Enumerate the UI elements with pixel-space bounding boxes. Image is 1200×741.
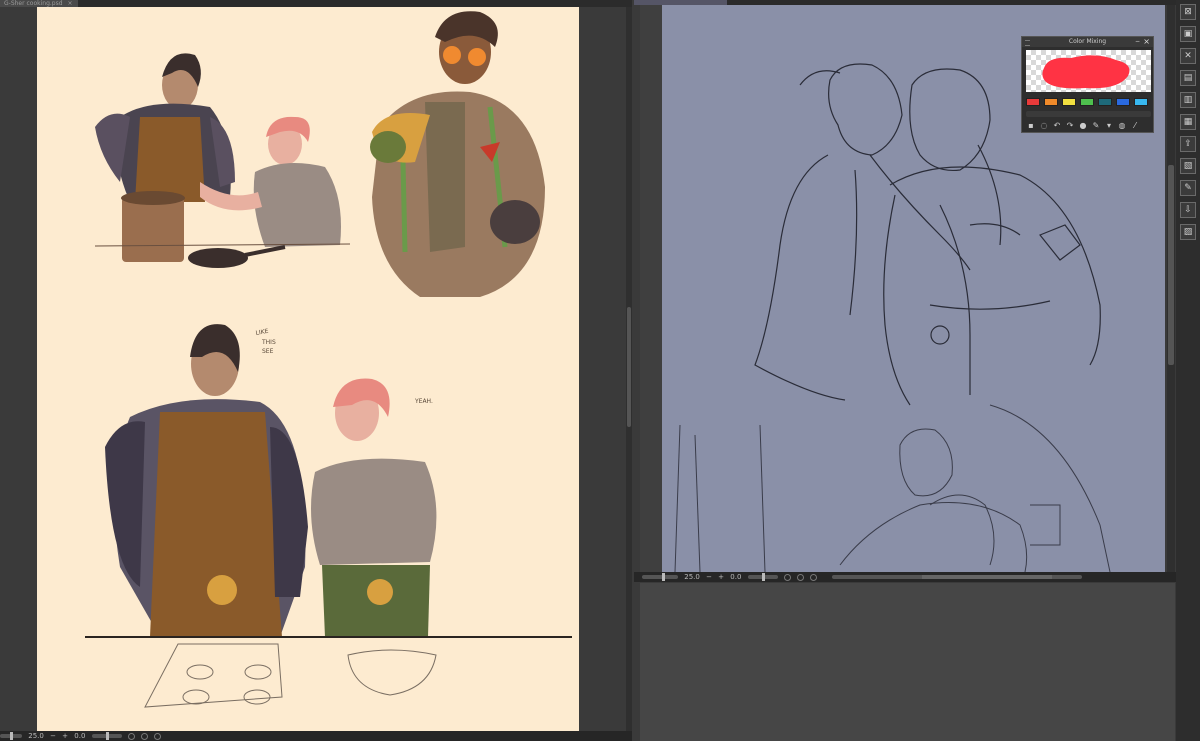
- edit-icon[interactable]: ✎: [1180, 180, 1196, 196]
- left-flip-icon[interactable]: [154, 732, 162, 740]
- eyedropper-icon[interactable]: ⁄: [1130, 121, 1140, 131]
- swatch-scroll-strip[interactable]: [1026, 111, 1151, 117]
- speech-like-line3: SEE: [262, 348, 274, 355]
- color-mixing-title: Color Mixing: [1068, 38, 1107, 45]
- close-doc-icon[interactable]: ⊠: [1180, 4, 1196, 20]
- left-status-bar: 25.0 − + 0.0: [0, 731, 632, 741]
- right-rotate-reset-icon[interactable]: [797, 573, 805, 581]
- left-tab-title: G-Sher cooking.psd: [4, 0, 63, 7]
- right-zoom-value[interactable]: 25.0: [684, 572, 700, 582]
- left-angle-slider[interactable]: [91, 732, 122, 740]
- right-zoom-in-icon[interactable]: +: [718, 572, 724, 582]
- export-icon[interactable]: ⇪: [1180, 136, 1196, 152]
- lasso-icon[interactable]: ◌: [1039, 121, 1049, 131]
- left-zoom-out-icon[interactable]: −: [50, 731, 56, 741]
- speech-yeah: YEAH.: [414, 398, 433, 405]
- right-status-bar: 25.0 − + 0.0: [634, 572, 1176, 582]
- panel-grip-icon[interactable]: [1025, 40, 1030, 46]
- layer-icon[interactable]: ▥: [1180, 92, 1196, 108]
- right-zoom-out-icon[interactable]: −: [706, 572, 712, 582]
- left-tab-bar: G-Sher cooking.psd ×: [0, 0, 632, 7]
- right-command-bar: ⊠ ▣ ✕ ▤ ▥ ▦ ⇪ ▧ ✎ ⇩ ▨: [1176, 0, 1200, 741]
- left-canvas-viewport[interactable]: LIKE THIS SEE YEAH.: [0, 7, 632, 731]
- color-swatch[interactable]: [1044, 98, 1058, 106]
- left-rotate-reset-icon[interactable]: [141, 732, 149, 740]
- color-swatch[interactable]: [1026, 98, 1040, 106]
- left-vertical-scrollbar[interactable]: [626, 7, 632, 731]
- stock-pot: [121, 191, 185, 262]
- folder-icon[interactable]: ▦: [1180, 114, 1196, 130]
- color-mixing-panel: Color Mixing − × ▪ ◌ ↶ ↷ ● ✎ ▾ ◍ ⁄: [1021, 36, 1154, 133]
- left-document-tab[interactable]: G-Sher cooking.psd ×: [0, 0, 78, 7]
- right-lower-pane: [640, 583, 1175, 741]
- archive-icon[interactable]: ▨: [1180, 224, 1196, 240]
- color-mixing-tools: ▪ ◌ ↶ ↷ ● ✎ ▾ ◍ ⁄: [1026, 121, 1151, 132]
- redo-icon[interactable]: ↷: [1065, 121, 1075, 131]
- left-zoom-in-icon[interactable]: +: [62, 731, 68, 741]
- right-rotate-left-icon[interactable]: [783, 573, 791, 581]
- right-horizontal-scrollbar[interactable]: [831, 575, 1082, 579]
- tab-close-icon[interactable]: ×: [67, 0, 72, 7]
- properties-icon[interactable]: ▧: [1180, 158, 1196, 174]
- eraser-icon[interactable]: ▪: [1026, 121, 1036, 131]
- mixing-paint-blob: [1042, 55, 1130, 89]
- brush-icon[interactable]: ✎: [1091, 121, 1101, 131]
- left-zoom-slider[interactable]: [0, 732, 22, 740]
- color-mixing-titlebar[interactable]: Color Mixing − ×: [1022, 37, 1153, 47]
- right-zoom-slider[interactable]: [642, 573, 678, 581]
- import-icon[interactable]: ⇩: [1180, 202, 1196, 218]
- speech-like-line2: THIS: [261, 339, 276, 346]
- right-flip-icon[interactable]: [810, 573, 818, 581]
- fill-icon[interactable]: ▾: [1104, 121, 1114, 131]
- left-artwork: LIKE THIS SEE YEAH.: [37, 7, 579, 731]
- color-mixing-canvas[interactable]: [1026, 50, 1151, 92]
- left-zoom-value[interactable]: 25.0: [28, 731, 44, 741]
- delete-icon[interactable]: ✕: [1180, 48, 1196, 64]
- left-angle-value[interactable]: 0.0: [74, 731, 85, 741]
- right-angle-slider[interactable]: [747, 573, 778, 581]
- left-scrollbar-thumb[interactable]: [627, 307, 631, 427]
- color-swatch[interactable]: [1080, 98, 1094, 106]
- color-icon[interactable]: ●: [1078, 121, 1088, 131]
- right-vertical-scrollbar[interactable]: [1167, 5, 1175, 572]
- color-swatch[interactable]: [1134, 98, 1148, 106]
- page-icon[interactable]: ▤: [1180, 70, 1196, 86]
- panel-minimize-icon[interactable]: −: [1135, 37, 1140, 47]
- undo-icon[interactable]: ↶: [1052, 121, 1062, 131]
- blend-icon[interactable]: ◍: [1117, 121, 1127, 131]
- save-icon[interactable]: ▣: [1180, 26, 1196, 42]
- color-swatch[interactable]: [1116, 98, 1130, 106]
- panel-close-icon[interactable]: ×: [1143, 37, 1150, 47]
- right-angle-value[interactable]: 0.0: [730, 572, 741, 582]
- left-rotate-left-icon[interactable]: [127, 732, 135, 740]
- color-swatch[interactable]: [1062, 98, 1076, 106]
- color-swatch[interactable]: [1098, 98, 1112, 106]
- right-scrollbar-thumb[interactable]: [1168, 165, 1174, 365]
